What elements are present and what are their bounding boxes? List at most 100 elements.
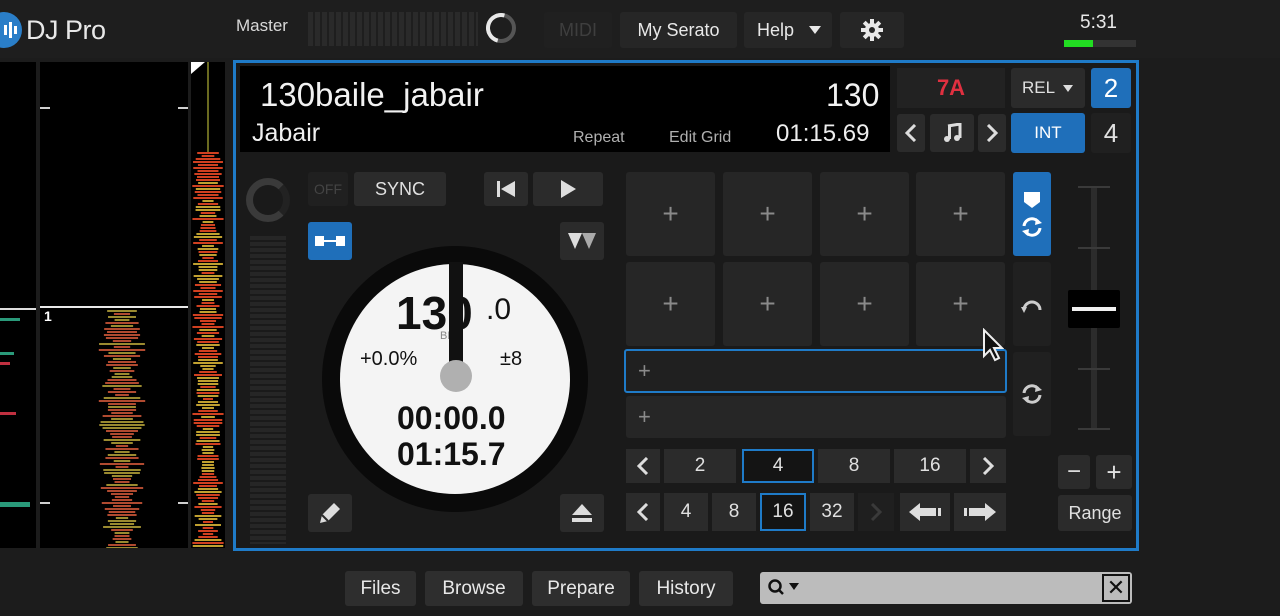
pitch-range-minus-button[interactable]: − [1058, 455, 1090, 489]
platter-center [440, 360, 472, 392]
search-input[interactable] [808, 576, 1092, 602]
hotcue-pad[interactable]: + [626, 262, 715, 346]
censor-button[interactable] [560, 222, 604, 260]
loop-length-button[interactable]: 16 [894, 449, 966, 483]
slip-mode-button[interactable] [308, 222, 352, 260]
beatjump-length-button[interactable]: 4 [664, 493, 708, 531]
beatjump-forward-button[interactable] [954, 493, 1006, 531]
pitch-range-button[interactable]: Range [1058, 495, 1132, 531]
pitch-range-plus-button[interactable]: + [1096, 455, 1132, 489]
arrow-left-icon [909, 503, 941, 521]
cue-marker: 1 [44, 308, 52, 324]
prepare-button[interactable]: Prepare [532, 571, 630, 606]
search-field[interactable] [760, 572, 1132, 604]
history-button[interactable]: History [639, 571, 733, 606]
library-overview-strip [0, 62, 36, 548]
loop-length-button[interactable]: 2 [664, 449, 736, 483]
fader-tick [1078, 428, 1110, 430]
play-icon [561, 180, 576, 198]
key-lock-button[interactable] [930, 114, 974, 152]
sync-off-button[interactable]: OFF [308, 172, 348, 206]
clear-search-button[interactable]: ✕ [1102, 574, 1130, 602]
fader-tick [1078, 186, 1110, 188]
hotcue-pad[interactable]: + [820, 262, 909, 346]
beatjump-length-button-selected[interactable]: 16 [760, 493, 806, 531]
edit-grid-button[interactable]: Edit Grid [669, 129, 731, 147]
saved-loop-slot[interactable]: + [626, 396, 1006, 438]
hotcue-pad[interactable]: + [916, 172, 1005, 256]
play-button[interactable] [533, 172, 603, 206]
rel-label: REL [1021, 78, 1056, 97]
key-shift-up-button[interactable] [978, 114, 1006, 152]
cue-flag-icon [1024, 192, 1040, 208]
browse-button[interactable]: Browse [425, 571, 523, 606]
pitch-fader-handle[interactable] [1068, 290, 1120, 328]
fader-tick [1078, 368, 1110, 370]
dropdown-arrow-icon [809, 26, 822, 34]
chevron-left-icon [637, 457, 649, 475]
midi-button[interactable]: MIDI [544, 12, 612, 48]
roll-icon [1021, 300, 1042, 313]
deck-gain-knob[interactable] [246, 178, 290, 222]
pencil-icon [320, 503, 340, 523]
skip-back-icon [497, 181, 515, 197]
platter-pitch-range: ±8 [500, 348, 523, 370]
track-bpm: 130 [826, 77, 880, 113]
hotcue-pad[interactable]: + [820, 172, 909, 256]
beatjump-length-button[interactable]: 32 [810, 493, 854, 531]
deck-level-meter [250, 236, 286, 544]
clock: 5:31 [1080, 12, 1117, 33]
battery-fill [1064, 40, 1093, 47]
loop-length-button[interactable]: 8 [818, 449, 890, 483]
zoom-waveform[interactable] [191, 62, 225, 548]
mouse-cursor-icon [982, 328, 1004, 362]
loop-mode-button[interactable] [1013, 352, 1051, 436]
master-gain-knob[interactable] [486, 13, 516, 43]
roll-mode-button[interactable] [1013, 262, 1051, 346]
platter-elapsed: 00:00.0 [397, 400, 506, 436]
my-serato-button[interactable]: My Serato [620, 12, 737, 48]
key-shift-down-button[interactable] [897, 114, 925, 152]
vinyl-mode-button[interactable] [308, 494, 352, 532]
dropdown-arrow-icon [1063, 84, 1074, 92]
settings-button[interactable] [840, 12, 904, 48]
track-waveform[interactable] [40, 62, 188, 548]
sync-button[interactable]: SYNC [354, 172, 446, 206]
chevron-right-icon [986, 124, 998, 142]
rel-mode-dropdown[interactable]: REL [1011, 68, 1085, 108]
cue-mode-button[interactable] [1013, 172, 1051, 256]
track-title: 130baile_jabair [260, 76, 484, 113]
hotcue-pad[interactable]: + [723, 172, 812, 256]
loop-length-prev-button[interactable] [626, 449, 660, 483]
battery-indicator [1064, 40, 1136, 47]
help-label: Help [757, 19, 795, 40]
deck-4-button[interactable]: 4 [1091, 113, 1131, 153]
repeat-button[interactable]: Repeat [573, 129, 625, 147]
hotcue-pad[interactable]: + [626, 172, 715, 256]
hotcue-pad[interactable]: + [723, 262, 812, 346]
saved-loop-slot-selected[interactable]: + [624, 349, 1007, 393]
fader-tick [1078, 247, 1110, 249]
app-logo: DJ Pro [26, 15, 106, 45]
beatjump-back-button[interactable] [900, 493, 950, 531]
music-note-icon [944, 123, 962, 142]
loop-icon [1022, 217, 1042, 237]
deck-2-button[interactable]: 2 [1091, 68, 1131, 108]
loop-length-button-selected[interactable]: 4 [742, 449, 814, 483]
cue-button[interactable] [484, 172, 528, 206]
platter-remaining: 01:15.7 [397, 436, 506, 472]
loop-length-next-button[interactable] [970, 449, 1006, 483]
loop-icon [1022, 384, 1042, 404]
chevron-left-icon [905, 124, 917, 142]
beatjump-prev-button[interactable] [626, 493, 660, 531]
files-button[interactable]: Files [345, 571, 416, 606]
track-artist: Jabair [252, 119, 321, 147]
help-button[interactable]: Help [744, 12, 832, 48]
elapsed-time: 01:15.69 [776, 120, 870, 147]
chevron-right-icon [982, 457, 994, 475]
beatjump-next-button[interactable] [858, 493, 894, 531]
int-mode-button[interactable]: INT [1011, 113, 1085, 153]
beatjump-length-button[interactable]: 8 [712, 493, 756, 531]
eject-button[interactable] [560, 494, 604, 532]
chevron-right-icon [870, 503, 882, 521]
